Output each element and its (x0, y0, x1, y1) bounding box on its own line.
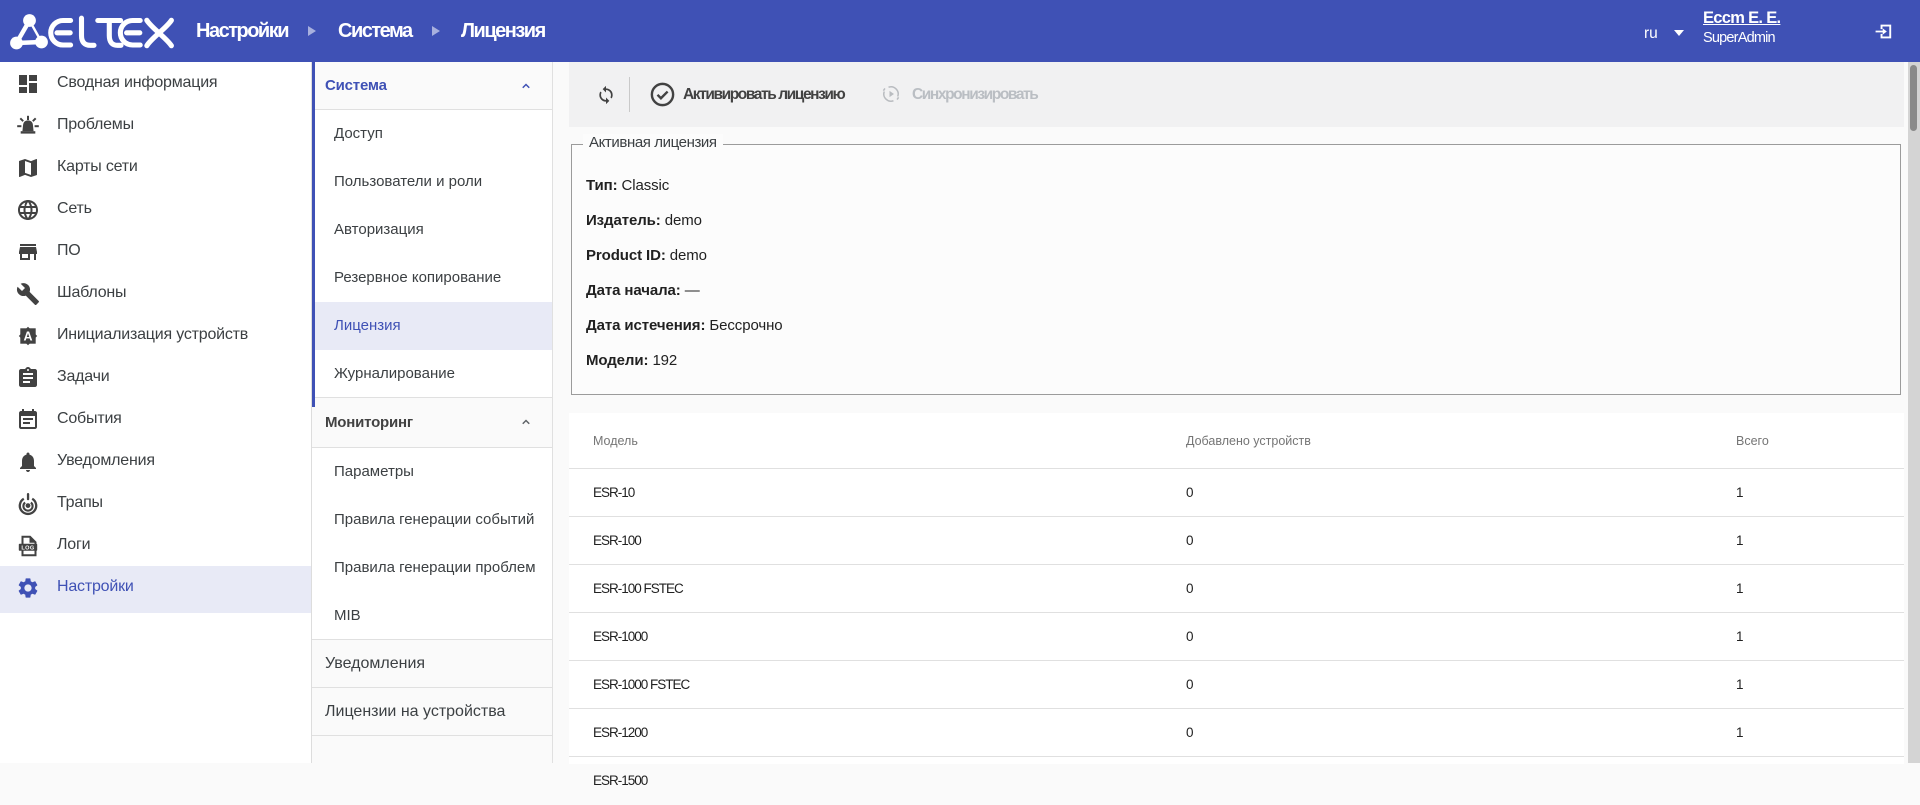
svg-text:A: A (23, 329, 32, 343)
svg-text:LOG: LOG (21, 545, 34, 551)
